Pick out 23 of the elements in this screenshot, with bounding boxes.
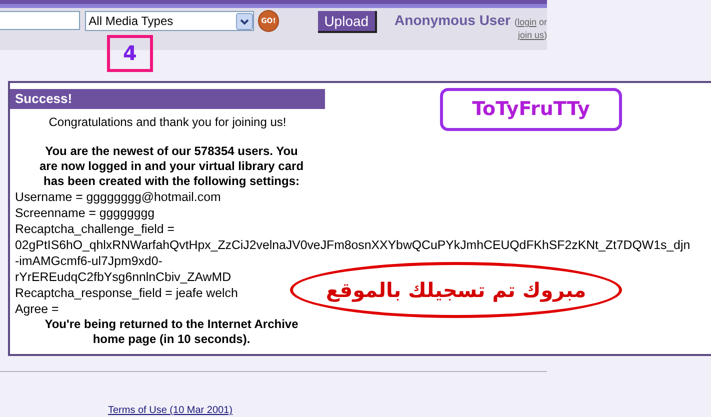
login-link[interactable]: login bbox=[517, 17, 536, 27]
user-name: Anonymous User bbox=[394, 12, 510, 28]
step-number-label: 4 bbox=[107, 35, 153, 72]
media-type-dropdown[interactable]: All Media Types bbox=[84, 11, 254, 31]
message-text: Congratulations and thank you for joining us! bbox=[48, 114, 288, 130]
message-text: Screenname = gggggggg bbox=[15, 205, 155, 221]
name-tag-label: ToTyFruTTy bbox=[440, 88, 622, 131]
account-links: (login or join us) bbox=[514, 16, 547, 42]
search-field[interactable] bbox=[0, 11, 80, 30]
message-text: Recaptcha_challenge_field = bbox=[15, 221, 174, 237]
join-link[interactable]: join us bbox=[518, 30, 544, 40]
message-text: Agree = bbox=[15, 301, 59, 317]
terms-link[interactable]: Terms of Use (10 Mar 2001) bbox=[108, 405, 232, 416]
message-text: Recaptcha_response_field = jeafe welch bbox=[15, 285, 238, 301]
message-text: -imAMGcmf6-ul7Jpm9xd0- bbox=[15, 253, 162, 269]
chevron-down-icon bbox=[236, 12, 253, 30]
upload-button[interactable]: Upload bbox=[318, 11, 377, 33]
message-text: You're being returned to the Internet Archive home page (in 10 seconds). bbox=[44, 317, 300, 347]
panel-title: Success! bbox=[10, 89, 325, 109]
message-text: Username = gggggggg@hotmail.com bbox=[15, 189, 221, 205]
message-text: rYrEREudqC2fbYsg6nnlnCbiv_ZAwMD bbox=[15, 269, 232, 285]
message-text: 02gPtIS6hO_qhlxRNWarfahQvtHpx_ZzCiJ2velnaJV0veJFm8osnXXYbwQCuPYkJmhCEUQdFKhSF2zKNt_Zt7DQW1s_djn bbox=[15, 237, 690, 253]
message-text: You are the newest of our 578354 users. You are now logged in and your virtual library card has been created with the following settings: bbox=[38, 144, 305, 189]
